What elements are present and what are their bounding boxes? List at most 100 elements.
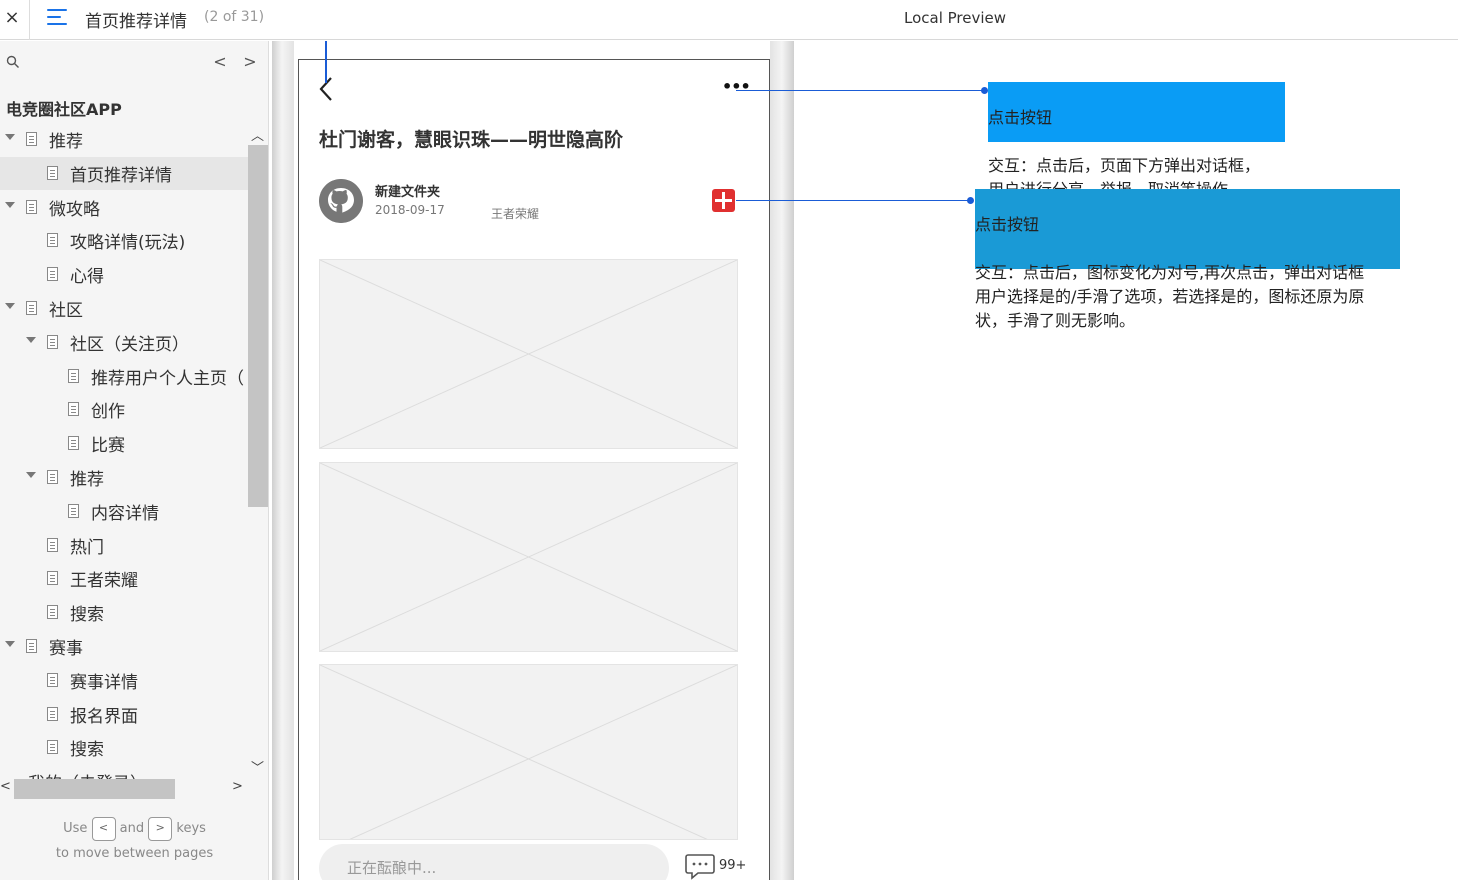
- sidebar-item[interactable]: 社区: [0, 292, 248, 325]
- next-page-button[interactable]: >: [242, 52, 258, 72]
- scroll-right-icon[interactable]: >: [232, 779, 243, 794]
- hamburger-menu-icon[interactable]: [47, 9, 67, 27]
- more-options-button[interactable]: •••: [722, 79, 751, 96]
- close-button[interactable]: ×: [0, 0, 24, 36]
- vertical-scrollbar[interactable]: ︿ ﹀: [248, 125, 268, 776]
- page-title: 首页推荐详情: [85, 12, 187, 32]
- page-icon: [47, 165, 58, 180]
- sidebar-item-label: 热门: [70, 537, 104, 558]
- sidebar-item-label: 心得: [70, 267, 104, 288]
- sidebar-item[interactable]: 赛事: [0, 630, 248, 663]
- annotation-2-body: 交互：点击后，图标变化为对号,再次点击，弹出对话框 用户选择是的/手滑了选项，若…: [975, 263, 1365, 330]
- page-icon: [47, 334, 58, 349]
- sidebar-item-label: 推荐: [70, 470, 104, 490]
- sidebar-item[interactable]: 搜索: [0, 731, 248, 764]
- page-icon: [47, 672, 58, 687]
- game-tag[interactable]: 王者荣耀: [491, 205, 539, 222]
- github-avatar-icon: [319, 179, 363, 223]
- page-icon: [47, 537, 58, 552]
- expand-arrow-icon[interactable]: [5, 134, 15, 140]
- hint-use: Use: [63, 821, 88, 836]
- sidebar-item-label: 赛事: [49, 639, 83, 659]
- sidebar: < > 电竞圈社区APP 推荐 首页推荐详情 微攻略 攻略详情(玩法) 心得 社区 社区（关…: [0, 41, 269, 880]
- scrollbar-thumb[interactable]: [248, 145, 268, 507]
- sidebar-item[interactable]: 推荐: [0, 461, 248, 494]
- annotation-2-title: 点击按钮: [975, 215, 1040, 234]
- comment-bubble-icon[interactable]: [685, 852, 715, 880]
- image-placeholder: [319, 462, 738, 652]
- sidebar-item[interactable]: 攻略详情(玩法): [0, 224, 248, 257]
- expand-arrow-icon[interactable]: [5, 201, 15, 208]
- page-icon: [26, 639, 37, 653]
- sidebar-item-label: 社区（关注页）: [70, 334, 189, 355]
- scroll-left-icon[interactable]: <: [0, 779, 11, 794]
- key-prev-icon: <: [91, 816, 116, 841]
- preview-label: Local Preview: [904, 9, 1007, 27]
- annotation-1-title: 点击按钮: [988, 108, 1053, 127]
- expand-arrow-icon[interactable]: [26, 336, 36, 343]
- horizontal-scrollbar[interactable]: < >: [0, 779, 248, 799]
- page-icon: [47, 740, 58, 755]
- post-date: 2018-09-17: [375, 203, 445, 217]
- sidebar-item[interactable]: 王者荣耀: [0, 562, 248, 595]
- phone-screen: ••• 杜门谢客，慧眼识珠——明世隐高阶 新建文件夹 2018-09-17 王者…: [298, 59, 770, 880]
- sidebar-item[interactable]: 报名界面: [0, 698, 248, 731]
- sidebar-item-label: 王者荣耀: [70, 571, 138, 592]
- sidebar-item-label: 搜索: [70, 740, 104, 761]
- scroll-down-icon[interactable]: ﹀: [251, 757, 264, 776]
- sidebar-item[interactable]: 赛事详情: [0, 664, 248, 697]
- project-title: 电竞圈社区APP: [6, 100, 122, 119]
- sidebar-item[interactable]: 心得: [0, 258, 248, 291]
- page-icon: [47, 470, 58, 484]
- page-icon: [68, 402, 79, 417]
- author-avatar[interactable]: [319, 179, 363, 223]
- comment-count: 99+: [719, 858, 747, 873]
- h-scrollbar-thumb[interactable]: [14, 779, 175, 799]
- page-icon: [47, 571, 58, 586]
- sidebar-item[interactable]: 社区（关注页）: [0, 326, 248, 359]
- page-tree: 推荐 首页推荐详情 微攻略 攻略详情(玩法) 心得 社区 社区（关注页） 推荐用户个人主页（创…: [0, 123, 248, 775]
- annotation-2: 点击按钮 交互：点击后，图标变化为对号,再次点击，弹出对话框 用户选择是的/手滑…: [975, 189, 1405, 357]
- sidebar-item[interactable]: 微攻略: [0, 191, 248, 224]
- sidebar-item-label: 微攻略: [49, 199, 100, 220]
- sidebar-item[interactable]: 比赛: [0, 427, 248, 460]
- expand-arrow-icon[interactable]: [26, 472, 36, 478]
- author-name[interactable]: 新建文件夹: [375, 181, 440, 200]
- page-icon: [47, 605, 58, 620]
- sidebar-item[interactable]: 推荐: [0, 123, 248, 156]
- placeholder-cross-icon: [320, 665, 737, 839]
- sidebar-item[interactable]: 内容详情: [0, 495, 248, 528]
- sidebar-item[interactable]: 首页推荐详情: [0, 156, 248, 190]
- sidebar-item-label: 比赛: [91, 436, 125, 457]
- topbar-divider: [29, 0, 30, 40]
- search-icon[interactable]: [6, 55, 20, 69]
- back-arrow-icon[interactable]: [317, 74, 337, 104]
- image-placeholder: [319, 259, 738, 449]
- hint-and: and: [119, 821, 145, 836]
- sidebar-item-label: 推荐: [49, 132, 83, 152]
- expand-arrow-icon[interactable]: [5, 303, 15, 309]
- page-icon: [68, 436, 79, 451]
- sidebar-item[interactable]: 热门: [0, 529, 248, 562]
- phone-frame-right: [770, 41, 794, 880]
- image-placeholder: [319, 664, 738, 840]
- expand-arrow-icon[interactable]: [5, 641, 15, 647]
- page-icon: [26, 199, 37, 214]
- sidebar-item[interactable]: 创作: [0, 393, 248, 426]
- follow-plus-button[interactable]: [712, 189, 735, 212]
- placeholder-cross-icon: [320, 463, 737, 651]
- comment-input[interactable]: [319, 844, 669, 880]
- sidebar-item[interactable]: 推荐用户个人主页（: [0, 360, 248, 393]
- sidebar-item-label: 社区: [49, 301, 83, 321]
- page-icon: [47, 233, 58, 248]
- sidebar-item-label: 内容详情: [91, 503, 159, 524]
- annotation-connector-1: [736, 90, 986, 91]
- sidebar-item-label: 推荐用户个人主页（: [91, 368, 244, 389]
- scroll-up-icon[interactable]: ︿: [251, 125, 264, 144]
- page-icon: [68, 368, 79, 383]
- page-icon: [47, 706, 58, 721]
- sidebar-item[interactable]: 搜索: [0, 596, 248, 629]
- hint-keys: keys: [176, 821, 206, 836]
- hint-line2: to move between pages: [55, 846, 214, 861]
- previous-page-button[interactable]: <: [212, 52, 228, 72]
